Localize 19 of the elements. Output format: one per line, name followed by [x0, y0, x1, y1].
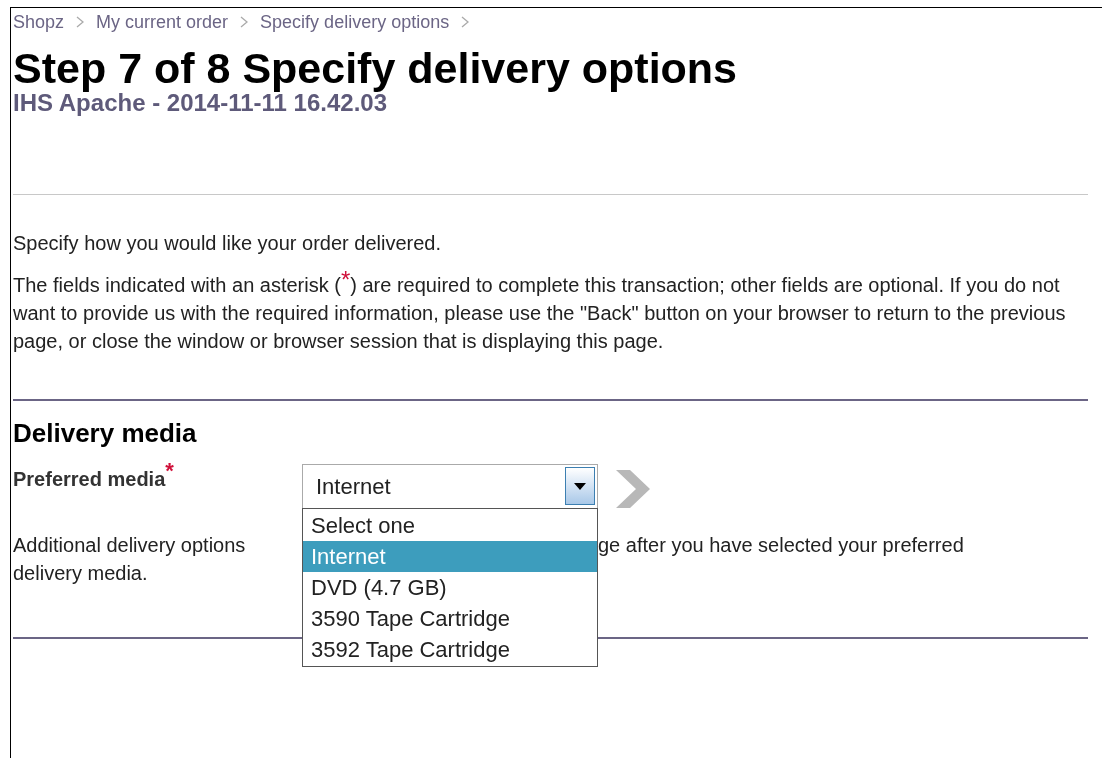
dropdown-option[interactable]: 3592 Tape Cartridge — [303, 634, 597, 665]
dropdown-option[interactable]: DVD (4.7 GB) — [303, 572, 597, 603]
intro-text: Specify how you would like your order delivered. — [13, 231, 442, 256]
note-text: ge after you have selected your preferred — [598, 533, 964, 558]
note-text: Additional delivery options — [13, 533, 247, 558]
breadcrumb-link[interactable]: Specify delivery options — [260, 8, 450, 36]
required-asterisk: * — [165, 464, 174, 478]
breadcrumb-link[interactable]: My current order — [96, 8, 229, 36]
page-title: Step 7 of 8 Specify delivery options — [13, 46, 739, 90]
note-text: delivery media. — [13, 561, 149, 586]
dropdown-option[interactable]: Select one — [303, 510, 597, 541]
next-arrow-icon[interactable] — [616, 470, 650, 508]
section-heading: Delivery media — [13, 418, 198, 448]
field-label: Preferred media — [13, 468, 166, 492]
chevron-icon — [76, 16, 85, 28]
chevron-icon — [461, 16, 470, 28]
breadcrumb-link[interactable]: Shopz — [13, 8, 65, 36]
chevron-icon — [240, 16, 249, 28]
dropdown-option[interactable]: 3590 Tape Cartridge — [303, 603, 597, 634]
